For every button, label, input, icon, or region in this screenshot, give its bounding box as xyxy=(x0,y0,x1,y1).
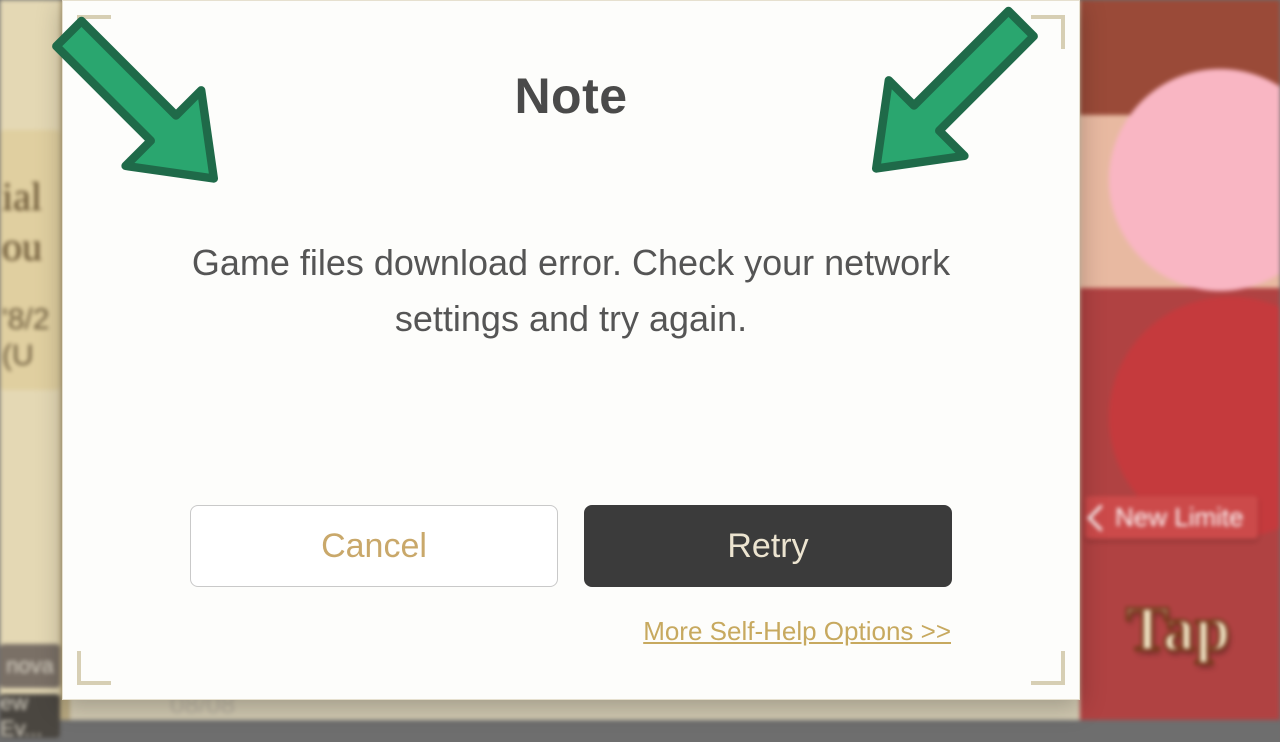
cancel-button-label: Cancel xyxy=(321,527,427,566)
bg-new-limited-badge-label: New Limite xyxy=(1115,502,1244,532)
dialog-title: Note xyxy=(63,67,1079,125)
bg-left-title-line1: ial xyxy=(2,174,42,219)
dialog-corner-decoration xyxy=(77,15,111,49)
bg-new-limited-badge: New Limite xyxy=(1085,496,1258,539)
bg-left-title-line2: ou xyxy=(2,224,42,269)
retry-button[interactable]: Retry xyxy=(584,505,952,587)
bg-character-art: New Limite Tap xyxy=(1080,0,1280,720)
dialog-actions: Cancel Retry xyxy=(63,505,1079,587)
bg-news-chip-2: ew Ev... xyxy=(0,694,60,738)
bg-news-chip-1-label: nova xyxy=(6,653,54,679)
bg-left-subtitle: '8/2 (U xyxy=(0,302,60,374)
bg-left-sub-line2: (U xyxy=(2,339,34,372)
bg-news-chip-1: nova xyxy=(0,644,60,688)
dialog-corner-decoration xyxy=(77,651,111,685)
bg-news-chip-2-label: ew Ev... xyxy=(0,690,60,742)
dialog-corner-decoration xyxy=(1031,15,1065,49)
dialog-message: Game files download error. Check your ne… xyxy=(161,235,981,347)
retry-button-label: Retry xyxy=(727,527,808,566)
error-dialog: Note Game files download error. Check yo… xyxy=(62,0,1080,700)
bg-tap-text: Tap xyxy=(1126,592,1230,666)
self-help-link[interactable]: More Self-Help Options >> xyxy=(643,616,951,647)
cancel-button[interactable]: Cancel xyxy=(190,505,558,587)
bg-left-title: ial ou xyxy=(0,172,60,272)
dialog-corner-decoration xyxy=(1031,651,1065,685)
bg-left-sub-line1: '8/2 xyxy=(2,303,49,336)
